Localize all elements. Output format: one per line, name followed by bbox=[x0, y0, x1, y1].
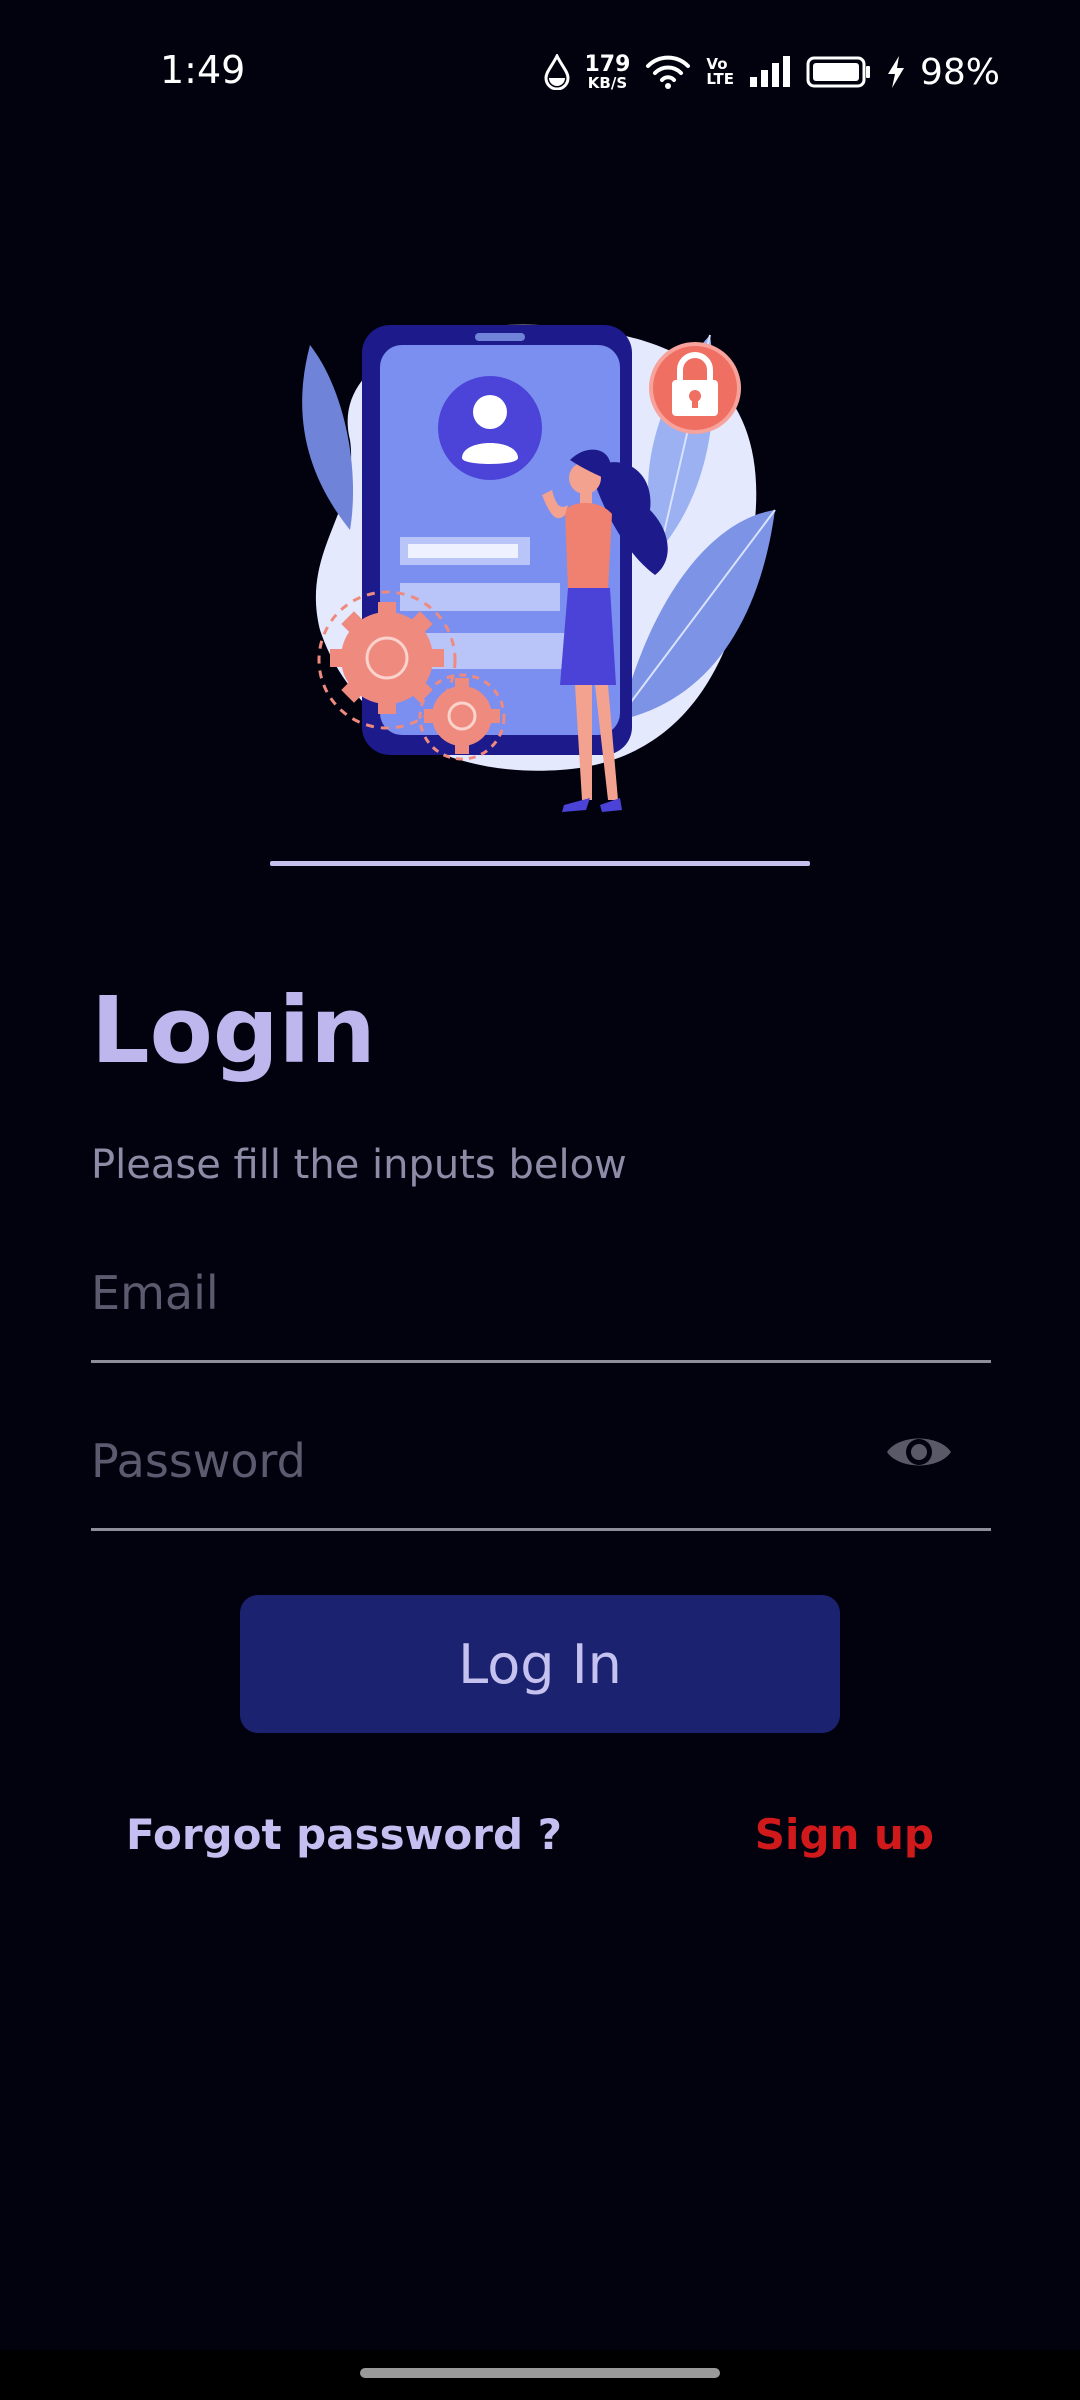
login-button[interactable]: Log In bbox=[240, 1595, 840, 1733]
network-speed-value: 179 bbox=[584, 51, 631, 77]
wifi-icon bbox=[646, 55, 691, 89]
eye-icon[interactable] bbox=[885, 1428, 953, 1476]
password-input[interactable] bbox=[91, 1434, 871, 1488]
illustration-divider bbox=[270, 861, 810, 866]
email-input[interactable] bbox=[91, 1266, 871, 1320]
login-illustration bbox=[290, 300, 790, 820]
volte-bottom: LTE bbox=[706, 70, 734, 88]
charging-bolt-icon bbox=[887, 56, 904, 88]
illustration-graphic bbox=[302, 324, 776, 812]
signal-icon bbox=[749, 56, 790, 87]
email-field bbox=[91, 1220, 991, 1363]
battery-icon bbox=[806, 56, 870, 88]
network-speed-unit: KB/S bbox=[587, 73, 628, 92]
page-title: Login bbox=[91, 977, 376, 1084]
volte-indicator: Vo LTE bbox=[706, 57, 734, 87]
water-drop-icon bbox=[544, 54, 570, 90]
network-speed: 179 KB/S bbox=[584, 51, 631, 92]
password-field bbox=[91, 1388, 991, 1531]
home-indicator[interactable] bbox=[360, 2368, 720, 2378]
forgot-password-link[interactable]: Forgot password ? bbox=[126, 1810, 562, 1859]
battery-percent: 98% bbox=[919, 51, 1000, 93]
page-subtitle: Please fill the inputs below bbox=[91, 1142, 627, 1188]
status-bar: 1:49 179 KB/S Vo LTE 98% bbox=[0, 0, 1080, 145]
status-time: 1:49 bbox=[160, 48, 246, 92]
sign-up-link[interactable]: Sign up bbox=[755, 1810, 934, 1859]
status-icons: 179 KB/S Vo LTE 98% bbox=[544, 50, 1000, 94]
